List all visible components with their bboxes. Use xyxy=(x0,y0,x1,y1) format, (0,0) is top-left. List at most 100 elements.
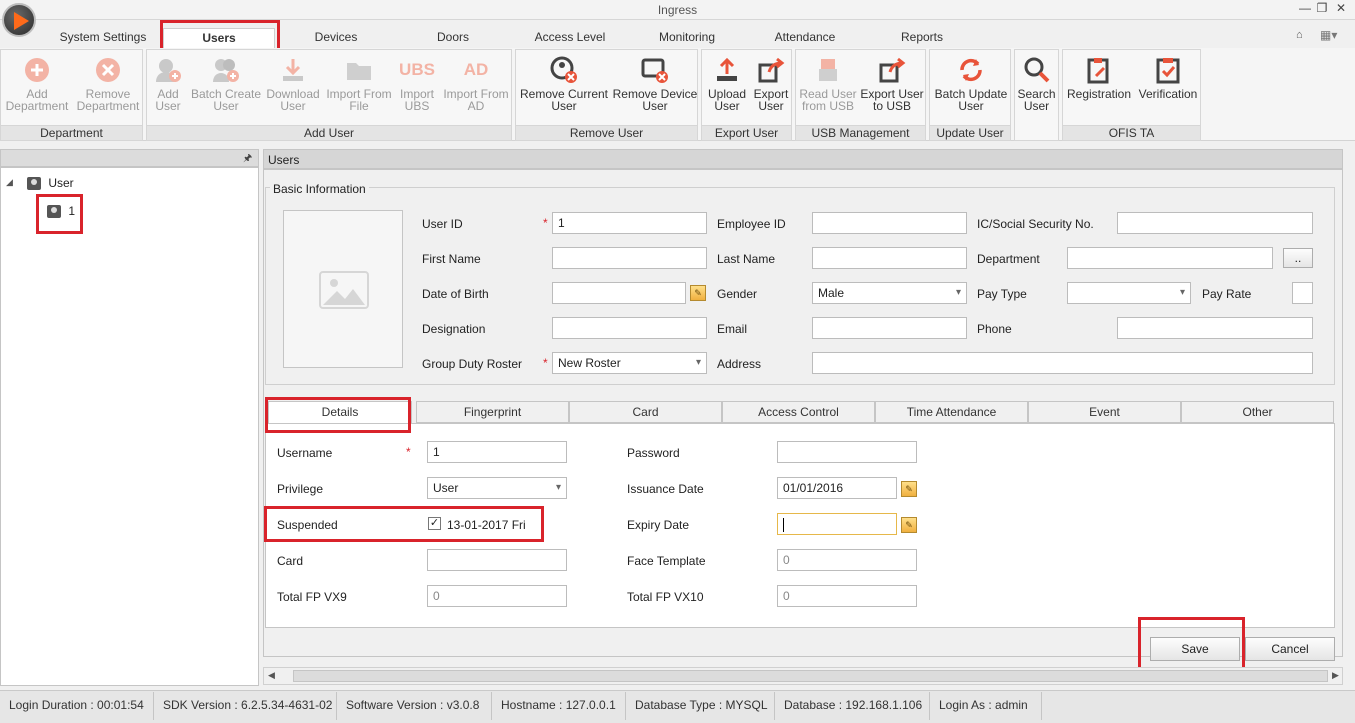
first-name-field[interactable] xyxy=(552,247,707,269)
group-label: USB Management xyxy=(796,125,925,140)
tab-reports[interactable]: Reports xyxy=(880,28,964,50)
ic-social-security-label: IC/Social Security No. xyxy=(977,217,1094,231)
employee-id-field[interactable] xyxy=(812,212,967,234)
scrollbar-thumb[interactable] xyxy=(293,670,1328,682)
pay-type-select[interactable] xyxy=(1067,282,1191,304)
expiry-date-label: Expiry Date xyxy=(627,518,690,532)
search-user-button[interactable]: Search User xyxy=(1015,54,1058,112)
tab-attendance[interactable]: Attendance xyxy=(760,28,850,50)
card-field[interactable] xyxy=(427,549,567,571)
group-usb-management: Read User from USB Export User to USB US… xyxy=(795,49,926,141)
username-label: Username xyxy=(277,446,333,460)
tab-system-settings[interactable]: System Settings xyxy=(48,28,158,50)
calendar-icon[interactable]: ✎ xyxy=(901,517,917,533)
layout-options-icon[interactable]: ▦▾ xyxy=(1320,28,1337,42)
date-of-birth-field[interactable] xyxy=(552,282,686,304)
email-field[interactable] xyxy=(812,317,967,339)
import-from-file-button[interactable]: Import From File xyxy=(323,54,395,112)
export-user-to-usb-button[interactable]: Export User to USB xyxy=(858,54,926,112)
phone-label: Phone xyxy=(977,322,1012,336)
group-duty-roster-select[interactable]: New Roster xyxy=(552,352,707,374)
users-panel-header xyxy=(263,149,1343,169)
status-software-version: Software Version : v3.0.8 xyxy=(337,692,492,720)
calendar-icon[interactable]: ✎ xyxy=(901,481,917,497)
designation-field[interactable] xyxy=(552,317,707,339)
add-department-button[interactable]: Add Department xyxy=(3,54,71,112)
minimize-icon[interactable]: — xyxy=(1296,1,1314,15)
tab-devices[interactable]: Devices xyxy=(296,28,376,50)
cancel-button[interactable]: Cancel xyxy=(1245,637,1335,661)
upload-user-button[interactable]: Upload User xyxy=(704,54,750,112)
add-user-button[interactable]: Add User xyxy=(149,54,187,112)
download-user-button[interactable]: Download User xyxy=(263,54,323,112)
privilege-label: Privilege xyxy=(277,482,324,496)
address-field[interactable] xyxy=(812,352,1313,374)
import-ubs-button[interactable]: UBS Import UBS xyxy=(395,54,439,112)
export-user-button[interactable]: Export User xyxy=(750,54,792,112)
close-icon[interactable]: ✕ xyxy=(1332,1,1350,15)
pay-rate-label: Pay Rate xyxy=(1202,287,1252,301)
privilege-select[interactable]: User xyxy=(427,477,567,499)
last-name-label: Last Name xyxy=(717,252,776,266)
last-name-field[interactable] xyxy=(812,247,967,269)
required-mark: * xyxy=(406,445,411,459)
group-label: Add User xyxy=(147,125,511,140)
batch-create-user-button[interactable]: Batch Create User xyxy=(189,54,263,112)
tab-time-attendance[interactable]: Time Attendance xyxy=(875,401,1028,423)
group-add-user: Add User Batch Create User Download User… xyxy=(146,49,512,141)
restore-icon[interactable]: ❐ xyxy=(1313,1,1331,15)
remove-device-user-button[interactable]: Remove Device User xyxy=(612,54,698,112)
expand-icon[interactable]: ◢ xyxy=(6,177,13,188)
tab-access-level[interactable]: Access Level xyxy=(522,28,618,50)
remove-current-user-button[interactable]: Remove Current User xyxy=(518,54,610,112)
user-id-field[interactable]: 1 xyxy=(552,212,707,234)
calendar-icon[interactable]: ✎ xyxy=(690,285,706,301)
highlight-save-button xyxy=(1138,617,1245,672)
required-mark: * xyxy=(543,356,548,370)
issuance-date-field[interactable]: 01/01/2016 xyxy=(777,477,897,499)
pin-icon[interactable]: 🖈 xyxy=(243,151,252,168)
tab-event[interactable]: Event xyxy=(1028,401,1181,423)
password-field[interactable] xyxy=(777,441,917,463)
status-hostname: Hostname : 127.0.0.1 xyxy=(492,692,626,720)
department-field[interactable] xyxy=(1067,247,1273,269)
app-title: Ingress xyxy=(657,3,698,17)
tab-card[interactable]: Card xyxy=(569,401,722,423)
total-fp-vx10-field: 0 xyxy=(777,585,917,607)
user-photo[interactable] xyxy=(283,210,403,368)
tab-fingerprint[interactable]: Fingerprint xyxy=(416,401,569,423)
export-icon xyxy=(758,57,785,83)
verification-button[interactable]: Verification xyxy=(1135,54,1201,100)
ubs-icon: UBS xyxy=(399,60,435,79)
tab-access-control[interactable]: Access Control xyxy=(722,401,875,423)
tab-doors[interactable]: Doors xyxy=(413,28,493,50)
usb-icon xyxy=(819,59,837,81)
gender-select[interactable]: Male xyxy=(812,282,967,304)
scroll-left-icon[interactable]: ◀ xyxy=(268,670,275,681)
username-field[interactable]: 1 xyxy=(427,441,567,463)
collapse-ribbon-icon[interactable]: ⌂ xyxy=(1296,29,1303,41)
department-browse-button[interactable]: .. xyxy=(1283,248,1313,268)
registration-button[interactable]: Registration xyxy=(1065,54,1133,100)
tab-monitoring[interactable]: Monitoring xyxy=(642,28,732,50)
gender-label: Gender xyxy=(717,287,758,301)
group-export-user: Upload User Export User Export User xyxy=(701,49,792,141)
image-placeholder-icon xyxy=(319,271,369,309)
highlight-details-tab xyxy=(265,397,411,433)
expiry-date-field[interactable] xyxy=(777,513,897,535)
ic-social-security-field[interactable] xyxy=(1117,212,1313,234)
app-menu-button[interactable] xyxy=(2,3,36,37)
issuance-date-label: Issuance Date xyxy=(627,482,704,496)
batch-update-user-button[interactable]: Batch Update User xyxy=(932,54,1010,112)
ad-icon: AD xyxy=(463,60,489,79)
import-from-ad-button[interactable]: AD Import From AD xyxy=(441,54,511,112)
read-user-from-usb-button[interactable]: Read User from USB xyxy=(798,54,858,112)
highlight-suspended-row xyxy=(264,506,544,542)
scroll-right-icon[interactable]: ▶ xyxy=(1332,670,1339,681)
remove-department-button[interactable]: Remove Department xyxy=(73,54,143,112)
tab-other[interactable]: Other xyxy=(1181,401,1334,423)
status-sdk-version: SDK Version : 6.2.5.34-4631-02 xyxy=(154,692,337,720)
tree-node-user[interactable]: User xyxy=(27,176,74,191)
phone-field[interactable] xyxy=(1117,317,1313,339)
pay-rate-field[interactable] xyxy=(1292,282,1313,304)
